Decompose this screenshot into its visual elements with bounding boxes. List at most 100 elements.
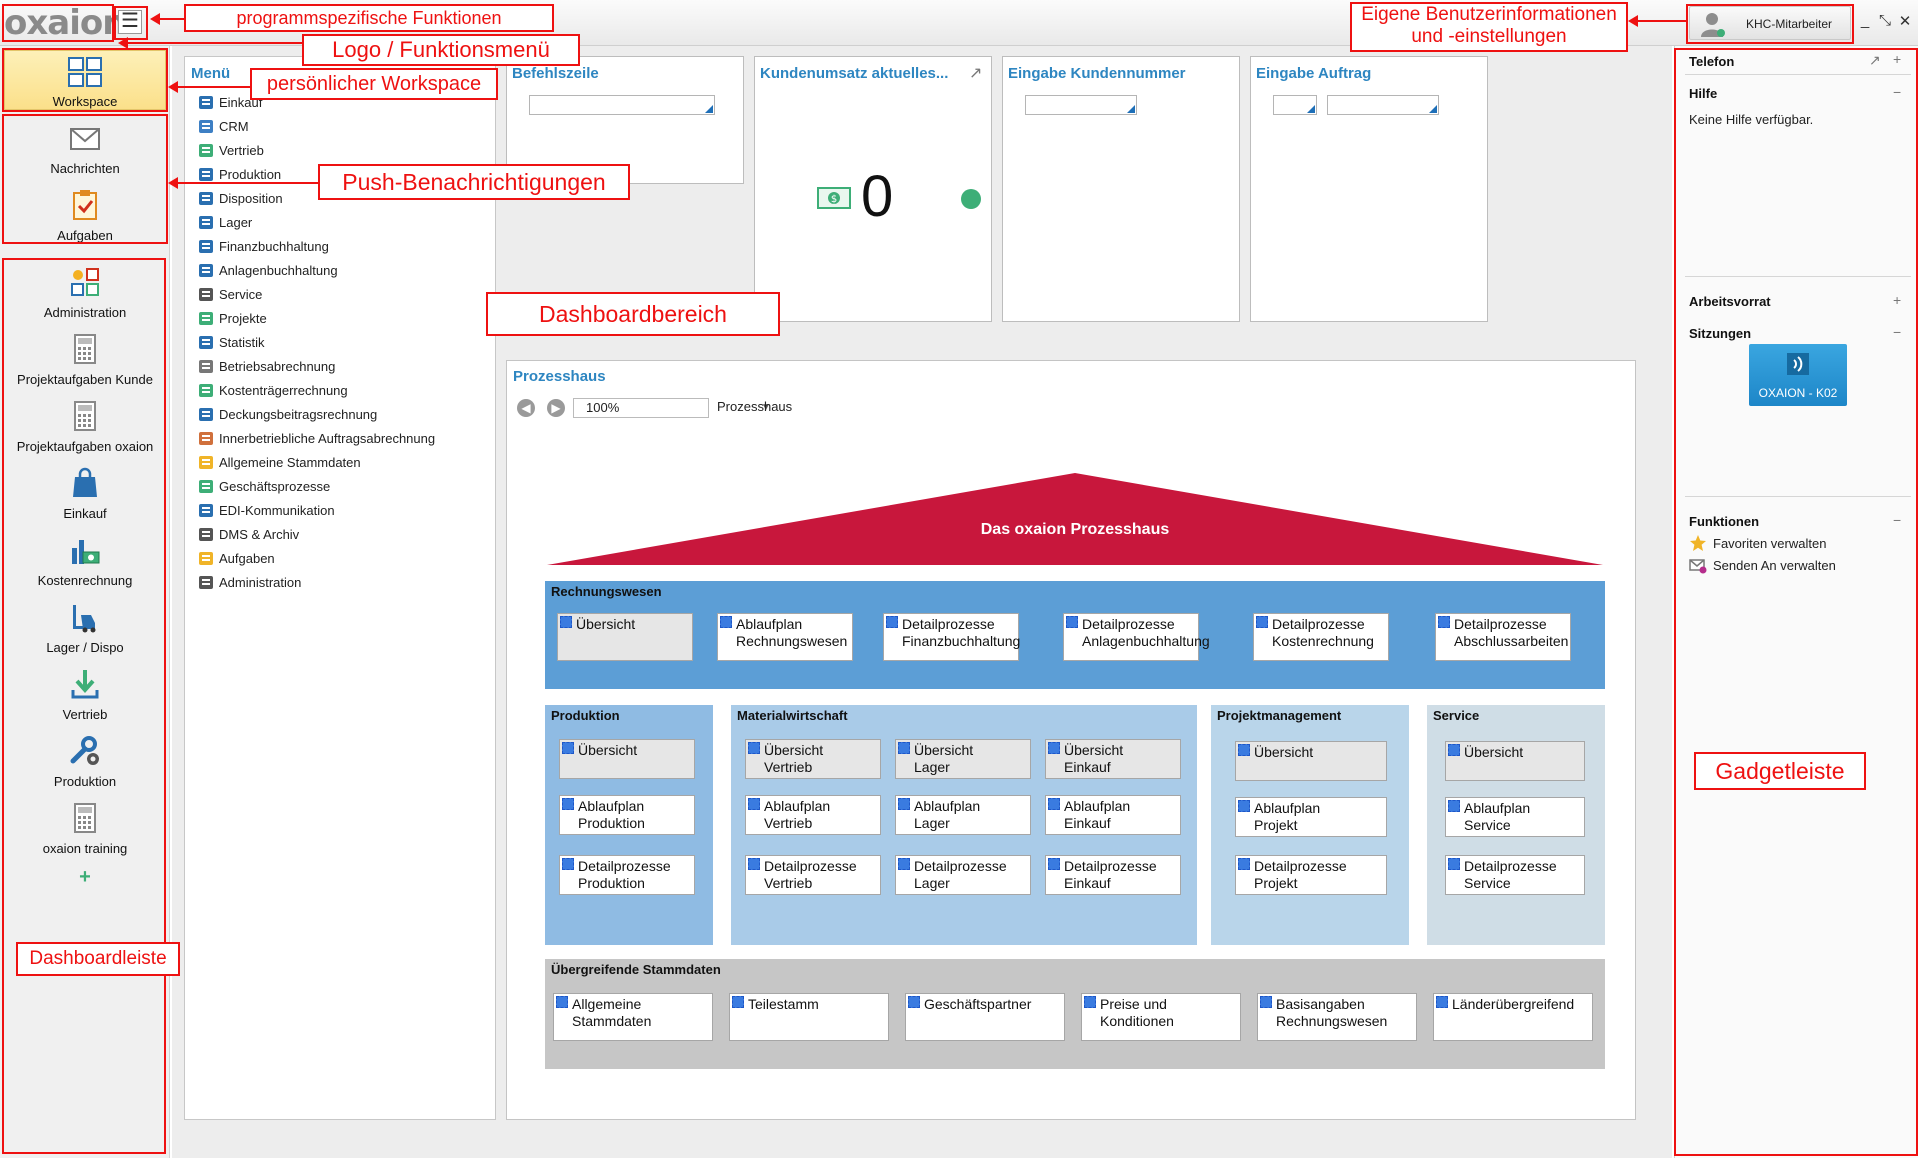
auftrag-type-input[interactable] — [1273, 95, 1317, 115]
back-icon[interactable]: ◀ — [517, 399, 535, 417]
process-button-materialwirtschaft-übersicht-einkauf[interactable]: Übersicht Einkauf — [1045, 739, 1181, 779]
process-button-label: Stammdaten — [572, 1013, 652, 1029]
process-button-stammdaten-länderübergreifend[interactable]: Länderübergreifend — [1433, 993, 1593, 1041]
process-button-produktion-ablaufplan-produktion[interactable]: Ablaufplan Produktion — [559, 795, 695, 835]
menu-item-label: Aufgaben — [219, 550, 275, 566]
process-button-materialwirtschaft-ablaufplan-lager[interactable]: Ablaufplan Lager — [895, 795, 1031, 835]
tile-auftrag: Eingabe Auftrag — [1250, 56, 1488, 322]
restore-icon[interactable]: ⤡ — [1876, 12, 1894, 29]
menu-item-icon — [199, 240, 213, 253]
menu-item-betriebsabrechnung[interactable]: Betriebsabrechnung — [197, 355, 335, 377]
process-button-label: Lager — [914, 815, 950, 831]
process-button-materialwirtschaft-detailprozesse-lager[interactable]: Detailprozesse Lager — [895, 855, 1031, 895]
process-button-service-ablaufplan-service[interactable]: Ablaufplan Service — [1445, 797, 1585, 837]
tile-kundenumsatz[interactable]: Kundenumsatz aktuelles... ↗ $ 0 — [754, 56, 992, 322]
forward-icon[interactable]: ▶ — [547, 399, 565, 417]
menu-item-kostenträgerrechnung[interactable]: Kostenträgerrechnung — [197, 379, 348, 401]
process-button-rechnungswesen-ablaufplan-rechnungswesen[interactable]: Ablaufplan Rechnungswesen — [717, 613, 853, 661]
annotation-arrow — [168, 81, 250, 93]
process-button-rechnungswesen-übersicht[interactable]: Übersicht — [557, 613, 693, 661]
status-indicator — [961, 189, 981, 209]
process-button-projektmanagement-detailprozesse-projekt[interactable]: Detailprozesse Projekt — [1235, 855, 1387, 895]
close-icon[interactable]: ✕ — [1896, 12, 1914, 30]
roof-title: Das oxaion Prozesshaus — [980, 521, 1170, 538]
process-button-stammdaten-teilestamm[interactable]: Teilestamm — [729, 993, 889, 1041]
menu-panel: Menü Einkauf CRM Vertrieb Produktion Disposi… — [184, 56, 496, 1120]
process-button-label: Ablaufplan — [1464, 800, 1531, 816]
process-button-service-übersicht[interactable]: Übersicht — [1445, 741, 1585, 781]
menu-item-vertrieb[interactable]: Vertrieb — [197, 139, 264, 161]
process-button-materialwirtschaft-übersicht-vertrieb[interactable]: Übersicht Vertrieb — [745, 739, 881, 779]
menu-item-statistik[interactable]: Statistik — [197, 331, 265, 353]
process-button-label: Ablaufplan — [1064, 798, 1131, 814]
menu-item-label: Anlagenbuchhaltung — [219, 262, 338, 278]
section-rechnungswesen: Rechnungswesen Übersicht Ablaufplan Rechnu… — [545, 581, 1605, 689]
befehlszeile-input[interactable] — [529, 95, 715, 115]
menu-item-deckungsbeitragsrechnung[interactable]: Deckungsbeitragsrechnung — [197, 403, 377, 425]
section-stammdaten: Übergreifende Stammdaten Allgemeine Stamm… — [545, 959, 1605, 1069]
menu-item-anlagenbuchhaltung[interactable]: Anlagenbuchhaltung — [197, 259, 338, 281]
process-icon — [898, 858, 910, 870]
process-button-label: Übersicht — [1254, 744, 1314, 760]
menu-item-label: Deckungsbeitragsrechnung — [219, 406, 378, 422]
menu-item-crm[interactable]: CRM — [197, 115, 249, 137]
tile-title: Kundenumsatz aktuelles... — [760, 65, 949, 82]
process-icon — [1448, 858, 1460, 870]
process-button-materialwirtschaft-detailprozesse-einkauf[interactable]: Detailprozesse Einkauf — [1045, 855, 1181, 895]
process-icon — [1238, 858, 1250, 870]
menu-item-administration[interactable]: Administration — [197, 571, 301, 593]
menu-item-projekte[interactable]: Projekte — [197, 307, 267, 329]
process-button-produktion-detailprozesse-produktion[interactable]: Detailprozesse Produktion — [559, 855, 695, 895]
process-button-stammdaten-basisangaben-rechnungswesen[interactable]: Basisangaben Rechnungswesen — [1257, 993, 1417, 1041]
process-button-service-detailprozesse-service[interactable]: Detailprozesse Service — [1445, 855, 1585, 895]
menu-item-label: Betriebsabrechnung — [219, 358, 336, 374]
annotation-logo: Logo / Funktionsmenü — [302, 34, 580, 66]
process-button-label: Detailprozesse — [1464, 858, 1557, 874]
process-button-stammdaten-preise-und-konditionen[interactable]: Preise und Konditionen — [1081, 993, 1241, 1041]
process-icon — [886, 616, 898, 628]
section-title: Materialwirtschaft — [737, 708, 848, 723]
process-button-rechnungswesen-detailprozesse-kostenrechnung[interactable]: Detailprozesse Kostenrechnung — [1253, 613, 1389, 661]
process-button-materialwirtschaft-detailprozesse-vertrieb[interactable]: Detailprozesse Vertrieb — [745, 855, 881, 895]
process-icon — [560, 616, 572, 628]
zoom-select[interactable]: 100% ▼ — [573, 398, 771, 418]
process-button-stammdaten-allgemeine-stammdaten[interactable]: Allgemeine Stammdaten — [553, 993, 713, 1041]
menu-item-label: EDI-Kommunikation — [219, 502, 335, 518]
minimize-icon[interactable]: _ — [1856, 12, 1874, 29]
menu-item-icon — [199, 144, 213, 157]
section-projektmanagement: Projektmanagement Übersicht Ablaufplan Pro… — [1211, 705, 1409, 945]
process-button-stammdaten-geschäftspartner[interactable]: Geschäftspartner — [905, 993, 1065, 1041]
kundennummer-input[interactable] — [1025, 95, 1137, 115]
menu-item-edi-kommunikation[interactable]: EDI-Kommunikation — [197, 499, 335, 521]
annotation-frame-menu — [114, 6, 148, 40]
process-button-materialwirtschaft-ablaufplan-einkauf[interactable]: Ablaufplan Einkauf — [1045, 795, 1181, 835]
menu-item-service[interactable]: Service — [197, 283, 262, 305]
menu-item-lager[interactable]: Lager — [197, 211, 252, 233]
auftrag-number-input[interactable] — [1327, 95, 1439, 115]
menu-item-allgemeine-stammdaten[interactable]: Allgemeine Stammdaten — [197, 451, 361, 473]
menu-item-disposition[interactable]: Disposition — [197, 187, 283, 209]
process-button-label: Ablaufplan — [1254, 800, 1321, 816]
process-icon — [898, 742, 910, 754]
process-button-materialwirtschaft-übersicht-lager[interactable]: Übersicht Lager — [895, 739, 1031, 779]
process-button-materialwirtschaft-ablaufplan-vertrieb[interactable]: Ablaufplan Vertrieb — [745, 795, 881, 835]
menu-item-finanzbuchhaltung[interactable]: Finanzbuchhaltung — [197, 235, 329, 257]
process-button-projektmanagement-ablaufplan-projekt[interactable]: Ablaufplan Projekt — [1235, 797, 1387, 837]
process-button-rechnungswesen-detailprozesse-anlagenbuchhaltung[interactable]: Detailprozesse Anlagenbuchhaltung — [1063, 613, 1210, 661]
annotation-benutzer-line1: Eigene Benutzerinformationen — [1361, 4, 1617, 25]
process-button-produktion-übersicht[interactable]: Übersicht — [559, 739, 695, 779]
process-button-projektmanagement-übersicht[interactable]: Übersicht — [1235, 741, 1387, 781]
money-icon: $ — [817, 187, 851, 209]
menu-item-aufgaben[interactable]: Aufgaben — [197, 547, 275, 569]
process-icon — [562, 742, 574, 754]
menu-item-innerbetriebliche-auftragsabrechnung[interactable]: Innerbetriebliche Auftragsabrechnung — [197, 427, 435, 449]
process-button-label: Übersicht — [576, 616, 636, 632]
menu-item-icon — [199, 288, 213, 301]
process-button-label: Projekt — [1254, 817, 1298, 833]
expand-icon[interactable]: ↗ — [969, 63, 982, 83]
menu-item-dms-archiv[interactable]: DMS & Archiv — [197, 523, 299, 545]
process-button-rechnungswesen-detailprozesse-abschlussarbeiten[interactable]: Detailprozesse Abschlussarbeiten — [1435, 613, 1571, 661]
menu-item-icon — [199, 96, 213, 109]
menu-item-geschäftsprozesse[interactable]: Geschäftsprozesse — [197, 475, 330, 497]
process-button-rechnungswesen-detailprozesse-finanzbuchhaltung[interactable]: Detailprozesse Finanzbuchhaltung — [883, 613, 1020, 661]
